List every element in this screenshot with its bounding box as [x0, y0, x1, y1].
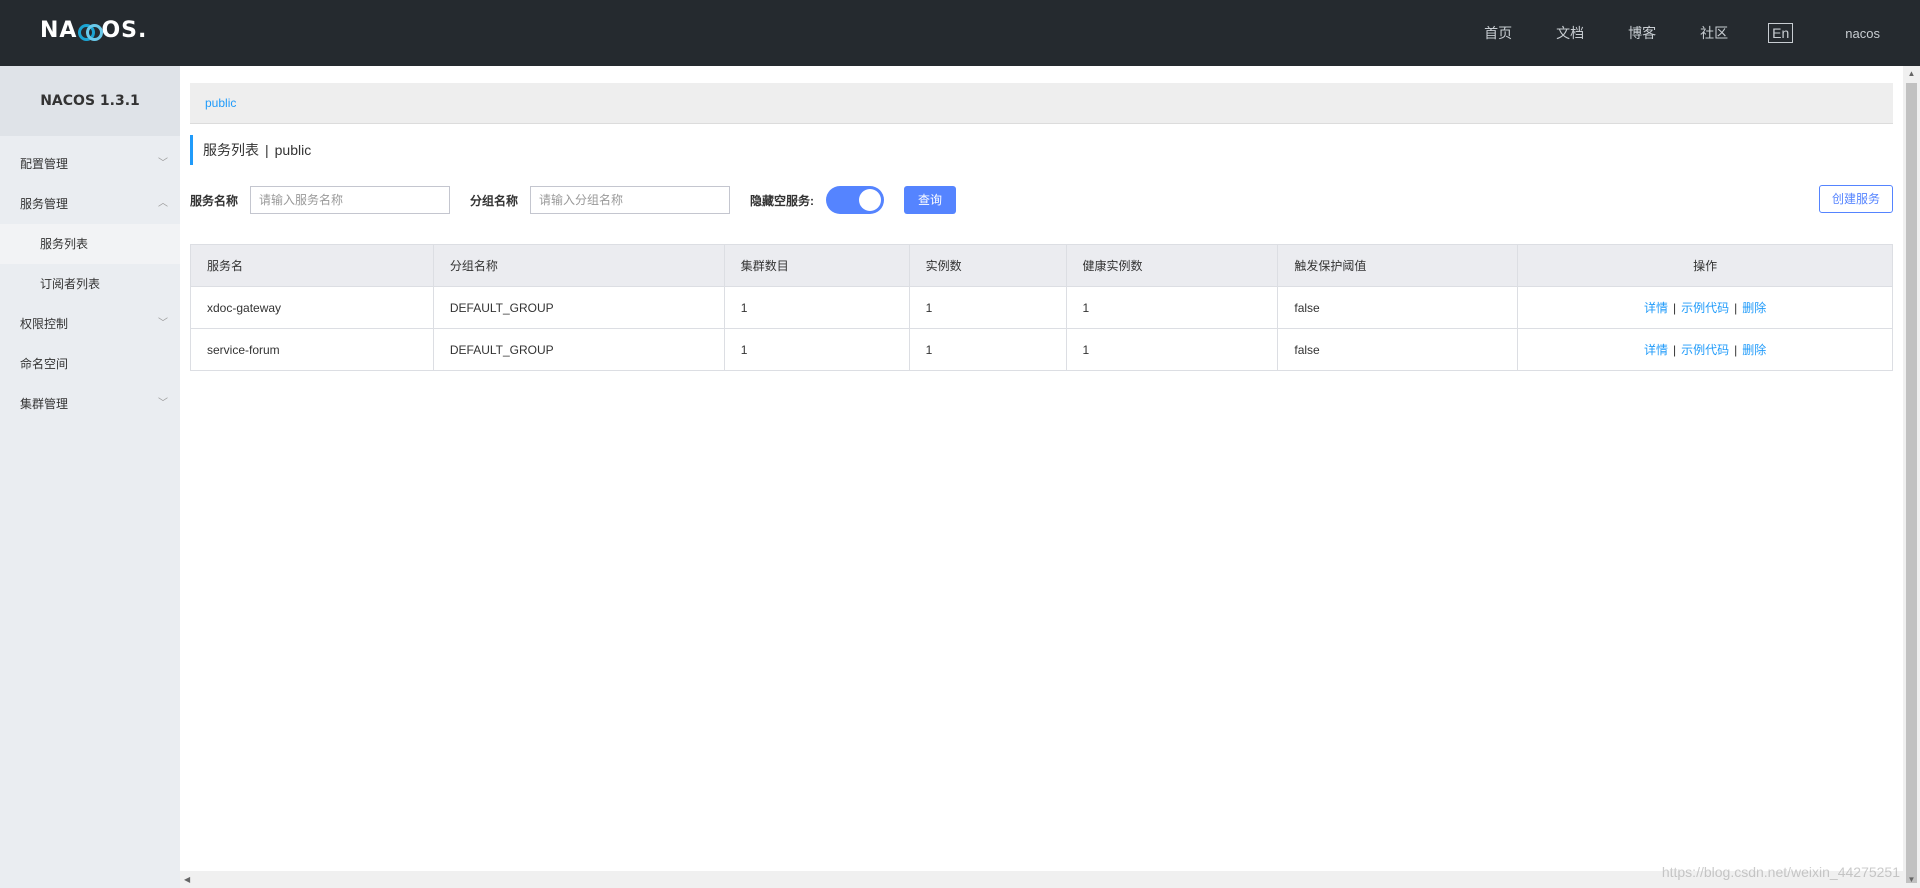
service-name-input[interactable] — [250, 186, 451, 214]
cell-operations: 详情 | 示例代码 | 删除 — [1517, 328, 1893, 371]
sidebar-item-cluster-management[interactable]: 集群管理 ﹀ — [0, 384, 180, 424]
cell-threshold: false — [1277, 286, 1519, 329]
op-separator: | — [1734, 343, 1738, 357]
service-table: 服务名 分组名称 集群数目 实例数 健康实例数 触发保护阈值 操作 xdoc-g… — [190, 244, 1893, 371]
user-name[interactable]: nacos — [1845, 26, 1880, 41]
sidebar-item-label: 集群管理 — [20, 397, 69, 411]
namespace-link-public[interactable]: public — [205, 96, 236, 110]
namespace-bar: public — [190, 83, 1893, 124]
sidebar-item-config-management[interactable]: 配置管理 ﹀ — [0, 144, 180, 184]
page-title: 服务列表 | public — [190, 135, 311, 165]
cell-healthy-count: 1 — [1065, 286, 1279, 329]
horizontal-scrollbar[interactable]: ◀ — [180, 871, 1903, 888]
sidebar-item-label: 权限控制 — [20, 317, 69, 331]
chevron-down-icon: ﹀ — [158, 398, 168, 409]
scroll-left-icon[interactable]: ◀ — [184, 871, 190, 888]
create-service-button[interactable]: 创建服务 — [1818, 185, 1893, 213]
group-name-label: 分组名称 — [470, 193, 519, 208]
op-separator: | — [1672, 343, 1677, 357]
table-header-row: 服务名 分组名称 集群数目 实例数 健康实例数 触发保护阈值 操作 — [190, 244, 1893, 287]
nav-blog[interactable]: 博客 — [1628, 23, 1656, 43]
delete-link[interactable]: 删除 — [1742, 343, 1766, 357]
cell-cluster-count: 1 — [723, 328, 910, 371]
scrollbar-thumb[interactable] — [1906, 83, 1917, 883]
nav-docs[interactable]: 文档 — [1556, 23, 1584, 43]
chevron-down-icon: ﹀ — [158, 318, 168, 329]
title-separator: | — [265, 142, 269, 158]
cell-operations: 详情 | 示例代码 | 删除 — [1517, 286, 1893, 329]
column-header: 健康实例数 — [1065, 244, 1279, 287]
group-name-input[interactable] — [530, 186, 731, 214]
cell-service-name: service-forum — [190, 328, 434, 371]
op-separator: | — [1672, 301, 1677, 315]
cell-threshold: false — [1277, 328, 1519, 371]
sample-code-link[interactable]: 示例代码 — [1681, 343, 1729, 357]
cell-instance-count: 1 — [908, 286, 1067, 329]
op-separator: | — [1734, 301, 1738, 315]
sidebar-item-service-management[interactable]: 服务管理 ︿ — [0, 184, 180, 224]
table-row: service-forum DEFAULT_GROUP 1 1 1 false … — [190, 328, 1893, 371]
cell-instance-count: 1 — [908, 328, 1067, 371]
hide-empty-label: 隐藏空服务: — [750, 193, 815, 208]
top-header: NA OS. 首页 文档 博客 社区 En nacos — [0, 0, 1920, 66]
detail-link[interactable]: 详情 — [1644, 343, 1668, 357]
column-header: 触发保护阈值 — [1277, 244, 1519, 287]
sidebar-item-label: 配置管理 — [20, 157, 69, 171]
language-toggle-button[interactable]: En — [1768, 23, 1794, 43]
version-title: NACOS 1.3.1 — [0, 66, 180, 136]
scroll-down-icon[interactable]: ▼ — [1903, 872, 1920, 888]
table-row: xdoc-gateway DEFAULT_GROUP 1 1 1 false 详… — [190, 286, 1893, 329]
column-header: 集群数目 — [723, 244, 910, 287]
sidebar-menu: 配置管理 ﹀ 服务管理 ︿ 服务列表 订阅者列表 权限控制 ﹀ 命名空间 集群管… — [0, 144, 180, 424]
page-title-text: 服务列表 — [203, 142, 259, 158]
sidebar-item-label: 服务管理 — [20, 197, 69, 211]
toggle-knob — [859, 189, 882, 211]
cell-healthy-count: 1 — [1065, 328, 1279, 371]
detail-link[interactable]: 详情 — [1644, 301, 1668, 315]
cell-cluster-count: 1 — [723, 286, 910, 329]
page-title-namespace: public — [274, 142, 312, 158]
column-header: 操作 — [1517, 244, 1893, 287]
cell-group-name: DEFAULT_GROUP — [432, 286, 725, 329]
nav-community[interactable]: 社区 — [1700, 23, 1728, 43]
sidebar-item-service-list[interactable]: 服务列表 — [0, 224, 180, 264]
sidebar-item-subscriber-list[interactable]: 订阅者列表 — [0, 264, 180, 304]
scroll-up-icon[interactable]: ▲ — [1903, 66, 1920, 82]
column-header: 实例数 — [908, 244, 1067, 287]
logo-infinity-icon — [78, 23, 104, 41]
vertical-scrollbar[interactable]: ▲ ▼ — [1903, 66, 1920, 888]
sidebar: NACOS 1.3.1 配置管理 ﹀ 服务管理 ︿ 服务列表 订阅者列表 权限控… — [0, 66, 180, 888]
delete-link[interactable]: 删除 — [1742, 301, 1766, 315]
hide-empty-toggle[interactable] — [826, 186, 885, 214]
watermark: https://blog.csdn.net/weixin_44275251 — [1661, 864, 1900, 880]
nacos-logo[interactable]: NA OS. — [40, 18, 147, 43]
sample-code-link[interactable]: 示例代码 — [1681, 301, 1729, 315]
column-header: 服务名 — [190, 244, 434, 287]
query-button[interactable]: 查询 — [904, 186, 957, 214]
column-header: 分组名称 — [432, 244, 725, 287]
sidebar-item-label: 命名空间 — [20, 357, 69, 371]
sidebar-item-namespace[interactable]: 命名空间 — [0, 344, 180, 384]
cell-group-name: DEFAULT_GROUP — [432, 328, 725, 371]
filter-bar: 服务名称 分组名称 隐藏空服务: 查询 — [190, 185, 957, 215]
main-content: public 服务列表 | public 服务名称 分组名称 隐藏空服务: 查询 创… — [180, 66, 1920, 888]
chevron-down-icon: ﹀ — [158, 158, 168, 169]
chevron-up-icon: ︿ — [158, 198, 168, 209]
sidebar-item-access-control[interactable]: 权限控制 ﹀ — [0, 304, 180, 344]
service-name-label: 服务名称 — [190, 193, 239, 208]
top-nav: 首页 文档 博客 社区 En nacos — [1484, 0, 1880, 66]
nav-home[interactable]: 首页 — [1484, 23, 1512, 43]
cell-service-name: xdoc-gateway — [190, 286, 434, 329]
